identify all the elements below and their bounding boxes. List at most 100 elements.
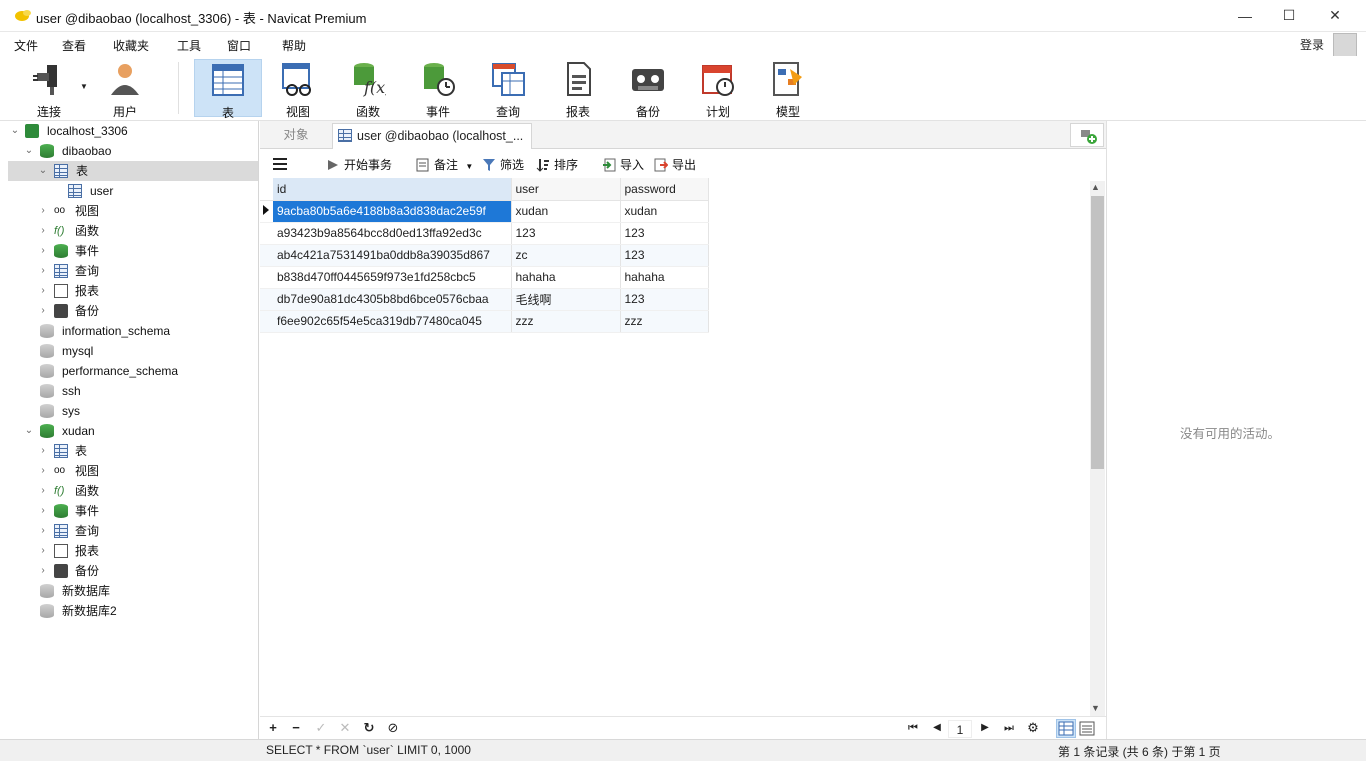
- query-button[interactable]: 查询: [474, 59, 542, 119]
- form-view-button[interactable]: [1078, 720, 1096, 737]
- tree-db-sys[interactable]: sys: [8, 401, 258, 421]
- menu-favorites[interactable]: 收藏夹: [113, 37, 149, 54]
- column-header-user[interactable]: user: [511, 178, 621, 201]
- model-button[interactable]: 模型: [754, 59, 822, 119]
- tree-db-ssh[interactable]: ssh: [8, 381, 258, 401]
- user-button[interactable]: 用户: [91, 59, 159, 119]
- tree-db-new2[interactable]: 新数据库2: [8, 601, 258, 621]
- chevron-down-icon[interactable]: ⌄: [24, 421, 34, 441]
- tab-objects[interactable]: 对象: [262, 123, 330, 149]
- connect-dropdown-icon[interactable]: ▼: [80, 82, 88, 91]
- view-button[interactable]: 视图: [264, 59, 332, 119]
- sort-button[interactable]: 排序: [534, 155, 578, 175]
- chevron-down-icon[interactable]: ⌄: [38, 161, 48, 181]
- table-row[interactable]: f6ee902c65f54e5ca319db77480ca045 zzz zzz: [260, 310, 709, 333]
- column-header-id[interactable]: id: [273, 178, 512, 201]
- chevron-right-icon[interactable]: ›: [38, 521, 48, 541]
- table-cell[interactable]: 123: [620, 222, 709, 245]
- table-row[interactable]: ab4c421a7531491ba0ddb8a39035d867 zc 123: [260, 244, 709, 267]
- delete-record-button[interactable]: −: [288, 720, 304, 736]
- schedule-button[interactable]: 计划: [684, 59, 752, 119]
- scroll-up-icon[interactable]: ▲: [1091, 182, 1100, 192]
- tree-reports-xudan[interactable]: › 报表: [8, 541, 258, 561]
- tree-connection[interactable]: ⌄ localhost_3306: [8, 121, 258, 141]
- backup-button[interactable]: 备份: [614, 59, 682, 119]
- last-page-button[interactable]: ⏭: [1001, 720, 1017, 736]
- chevron-right-icon[interactable]: ›: [38, 441, 48, 461]
- table-cell[interactable]: b838d470ff0445659f973e1fd258cbc5: [273, 266, 512, 289]
- chevron-right-icon[interactable]: ›: [38, 561, 48, 581]
- table-cell[interactable]: db7de90a81dc4305b8bd6bce0576cbaa: [273, 288, 512, 311]
- table-cell[interactable]: xudan: [620, 200, 709, 223]
- tree-tables-dibaobao[interactable]: ⌄ 表: [8, 161, 258, 181]
- table-row[interactable]: db7de90a81dc4305b8bd6bce0576cbaa 毛线啊 123: [260, 288, 709, 311]
- apply-changes-button[interactable]: ✓: [313, 720, 329, 736]
- table-cell[interactable]: 9acba80b5a6e4188b8a3d838dac2e59f: [273, 200, 512, 223]
- export-button[interactable]: 导出: [652, 155, 696, 175]
- page-number-input[interactable]: 1: [948, 720, 972, 738]
- maximize-button[interactable]: ☐: [1266, 0, 1312, 31]
- connect-button[interactable]: 连接: [15, 59, 83, 119]
- chevron-right-icon[interactable]: ›: [38, 281, 48, 301]
- login-link[interactable]: 登录: [1300, 36, 1324, 53]
- table-cell[interactable]: xudan: [511, 200, 621, 223]
- table-cell[interactable]: f6ee902c65f54e5ca319db77480ca045: [273, 310, 512, 333]
- table-cell[interactable]: 123: [620, 288, 709, 311]
- tree-db-information-schema[interactable]: information_schema: [8, 321, 258, 341]
- tree-db-performance-schema[interactable]: performance_schema: [8, 361, 258, 381]
- table-cell[interactable]: ab4c421a7531491ba0ddb8a39035d867: [273, 244, 512, 267]
- tree-table-user[interactable]: user: [8, 181, 258, 201]
- add-record-button[interactable]: +: [265, 720, 281, 736]
- event-button[interactable]: 事件: [404, 59, 472, 119]
- table-cell[interactable]: hahaha: [620, 266, 709, 289]
- column-header-password[interactable]: password: [620, 178, 709, 201]
- table-row[interactable]: a93423b9a8564bcc8d0ed13ffa92ed3c 123 123: [260, 222, 709, 245]
- chevron-down-icon[interactable]: ▼: [465, 162, 473, 171]
- settings-button[interactable]: ⚙: [1025, 720, 1041, 736]
- scrollbar-thumb[interactable]: [1091, 196, 1104, 469]
- chevron-right-icon[interactable]: ›: [38, 241, 48, 261]
- stop-button[interactable]: ⊘: [385, 720, 401, 736]
- table-cell[interactable]: a93423b9a8564bcc8d0ed13ffa92ed3c: [273, 222, 512, 245]
- tree-views-xudan[interactable]: › oo 视图: [8, 461, 258, 481]
- tree-views-dibaobao[interactable]: › oo 视图: [8, 201, 258, 221]
- grid-view-button[interactable]: [1056, 719, 1076, 738]
- chevron-down-icon[interactable]: ⌄: [10, 121, 20, 141]
- tree-db-xudan[interactable]: ⌄ xudan: [8, 421, 258, 441]
- table-cell[interactable]: zzz: [511, 310, 621, 333]
- table-row[interactable]: b838d470ff0445659f973e1fd258cbc5 hahaha …: [260, 266, 709, 289]
- chevron-right-icon[interactable]: ›: [38, 461, 48, 481]
- chevron-right-icon[interactable]: ›: [38, 221, 48, 241]
- chevron-right-icon[interactable]: ›: [38, 301, 48, 321]
- scroll-down-icon[interactable]: ▼: [1091, 703, 1100, 713]
- table-cell[interactable]: zzz: [620, 310, 709, 333]
- import-button[interactable]: 导入: [600, 155, 644, 175]
- menu-help[interactable]: 帮助: [282, 37, 306, 54]
- new-tab-button[interactable]: [1070, 123, 1104, 147]
- chevron-right-icon[interactable]: ›: [38, 201, 48, 221]
- function-button[interactable]: f(x) 函数: [334, 59, 402, 119]
- chevron-right-icon[interactable]: ›: [38, 501, 48, 521]
- chevron-down-icon[interactable]: ⌄: [24, 141, 34, 161]
- table-cell[interactable]: hahaha: [511, 266, 621, 289]
- prev-page-button[interactable]: ◀: [929, 720, 945, 736]
- filter-button[interactable]: 筛选: [480, 155, 524, 175]
- tree-events-dibaobao[interactable]: › 事件: [8, 241, 258, 261]
- table-cell[interactable]: 123: [511, 222, 621, 245]
- chevron-right-icon[interactable]: ›: [38, 481, 48, 501]
- tree-queries-dibaobao[interactable]: › 查询: [8, 261, 258, 281]
- table-cell[interactable]: 123: [620, 244, 709, 267]
- tree-functions-xudan[interactable]: › f() 函数: [8, 481, 258, 501]
- tree-functions-dibaobao[interactable]: › f() 函数: [8, 221, 258, 241]
- table-row[interactable]: 9acba80b5a6e4188b8a3d838dac2e59f xudan x…: [260, 200, 709, 223]
- menu-view[interactable]: 查看: [62, 37, 86, 54]
- next-page-button[interactable]: ▶: [977, 720, 993, 736]
- tab-user-table[interactable]: user @dibaobao (localhost_...: [332, 123, 532, 149]
- refresh-button[interactable]: ↻: [361, 720, 377, 736]
- table-cell[interactable]: 毛线啊: [511, 288, 621, 311]
- minimize-button[interactable]: —: [1222, 0, 1268, 31]
- tree-events-xudan[interactable]: › 事件: [8, 501, 258, 521]
- comment-button[interactable]: 备注 ▼: [414, 155, 473, 175]
- menu-file[interactable]: 文件: [14, 37, 38, 54]
- menu-window[interactable]: 窗口: [227, 37, 251, 54]
